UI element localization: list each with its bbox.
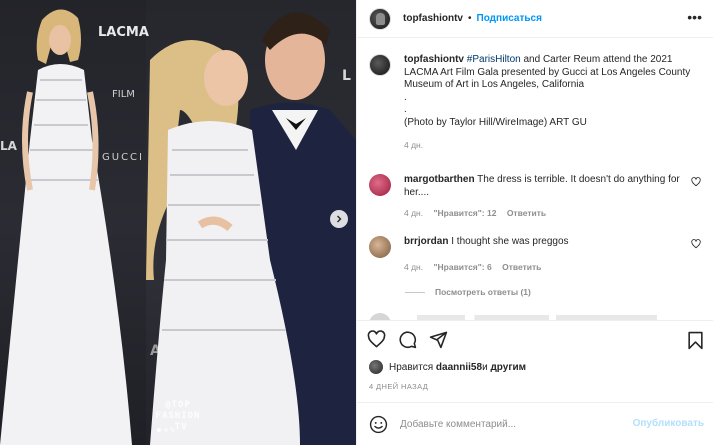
comment-meta: 4 дн. "Нравится": 6 Ответить (404, 261, 694, 274)
comment-like-heart-icon[interactable] (691, 177, 701, 187)
carousel-dot-active (157, 428, 161, 432)
photo-illustration: LACMA FILM GUCCI LA ART L LA (0, 9, 356, 445)
caption-credit: (Photo by Taylor Hill/WireImage) ART GU (404, 116, 587, 128)
backdrop-text-gucci: GUCCI (102, 152, 144, 163)
view-replies-label: Посмотреть ответы (1) (435, 287, 531, 297)
comment-likes[interactable]: "Нравится": 6 (433, 262, 491, 272)
comment-like-heart-icon[interactable] (691, 239, 701, 249)
emoji-icon[interactable] (369, 415, 388, 434)
caption-hashtag[interactable]: #ParisHilton (467, 54, 521, 65)
comment-username[interactable]: brrjordan (404, 236, 448, 247)
caption: topfashiontv #ParisHilton and Carter Reu… (369, 54, 709, 152)
carousel-dot (164, 428, 168, 432)
add-comment-bar: Опубликовать (357, 402, 713, 445)
author-avatar[interactable] (369, 7, 391, 30)
comment-time[interactable]: 4 дн. (404, 208, 423, 218)
comment-likes[interactable]: "Нравится": 12 (433, 208, 496, 218)
backdrop-text-right-l: L (342, 68, 351, 84)
caption-body: topfashiontv #ParisHilton and Carter Reu… (404, 54, 694, 152)
reply-button[interactable]: Ответить (502, 262, 541, 272)
liker-username[interactable]: daannii58 (436, 362, 482, 373)
header-separator: • (468, 13, 472, 24)
commenter-avatar[interactable] (369, 236, 391, 258)
caption-meta: 4 дн. (404, 139, 694, 152)
commenter-avatar[interactable] (369, 174, 391, 196)
watermark-line-1: @TOP (165, 400, 191, 410)
heart-icon (367, 330, 386, 348)
comment-meta: 4 дн. "Нравится": 12 Ответить (404, 207, 694, 220)
comment-username[interactable]: margotbarthen (404, 174, 475, 185)
comment-button[interactable] (398, 330, 417, 349)
likes-summary: Нравится daannii58 и другим (369, 360, 526, 374)
backdrop-text-lacma: LACMA (98, 25, 149, 40)
backdrop-text-film: FILM (112, 89, 135, 100)
view-replies-line (405, 291, 425, 293)
paper-plane-icon (429, 331, 448, 349)
comment-body: brrjordan I thought she was preggos 4 дн… (404, 236, 694, 273)
view-replies-button[interactable]: Посмотреть ответы (1) (405, 287, 531, 297)
chevron-right-icon (337, 215, 342, 223)
caption-dot-2: . (404, 104, 407, 115)
post-date[interactable]: 4 ДНЕЙ НАЗАД (369, 382, 428, 391)
comment-item: brrjordan I thought she was preggos 4 дн… (369, 236, 709, 273)
next-photo-button[interactable] (330, 210, 348, 228)
follow-button[interactable]: Подписаться (477, 13, 542, 24)
post-actions (357, 320, 713, 358)
comment-input[interactable] (400, 418, 625, 430)
save-button[interactable] (687, 331, 704, 353)
comments-list[interactable]: topfashiontv #ParisHilton and Carter Reu… (357, 38, 713, 320)
post-photo[interactable]: LACMA FILM GUCCI LA ART L LA @TOP FASHIO… (0, 0, 356, 445)
backdrop-text-la: LA (0, 139, 18, 153)
share-button[interactable] (429, 330, 448, 349)
likes-conjunction: и (482, 361, 488, 373)
carousel-dot (171, 428, 175, 432)
publish-button[interactable]: Опубликовать (633, 418, 704, 429)
commenter-avatar-partial (369, 313, 391, 320)
post-side-panel: topfashiontv • Подписаться ••• topfashio… (356, 0, 713, 445)
caption-avatar[interactable] (369, 54, 391, 76)
comment-text: I thought she was preggos (451, 236, 569, 247)
caption-time[interactable]: 4 дн. (404, 140, 423, 150)
caption-dot-1: . (404, 91, 407, 103)
post-header: topfashiontv • Подписаться ••• (357, 0, 713, 38)
comment-body: margotbarthen The dress is terrible. It … (404, 174, 694, 220)
liker-avatar[interactable] (369, 360, 383, 374)
author-username[interactable]: topfashiontv (403, 13, 463, 24)
comment-bubble-icon (399, 331, 417, 349)
bookmark-icon (688, 331, 703, 350)
likes-others-link[interactable]: другим (490, 362, 526, 373)
comment-time[interactable]: 4 дн. (404, 262, 423, 272)
more-options-icon[interactable]: ••• (687, 10, 702, 24)
carousel-dots (157, 428, 175, 432)
watermark-line-2: FASHION (155, 411, 201, 421)
reply-button[interactable]: Ответить (507, 208, 546, 218)
like-button[interactable] (367, 330, 386, 349)
comment-item: margotbarthen The dress is terrible. It … (369, 174, 709, 220)
likes-prefix: Нравится (389, 361, 434, 373)
caption-username[interactable]: topfashiontv (404, 54, 464, 65)
